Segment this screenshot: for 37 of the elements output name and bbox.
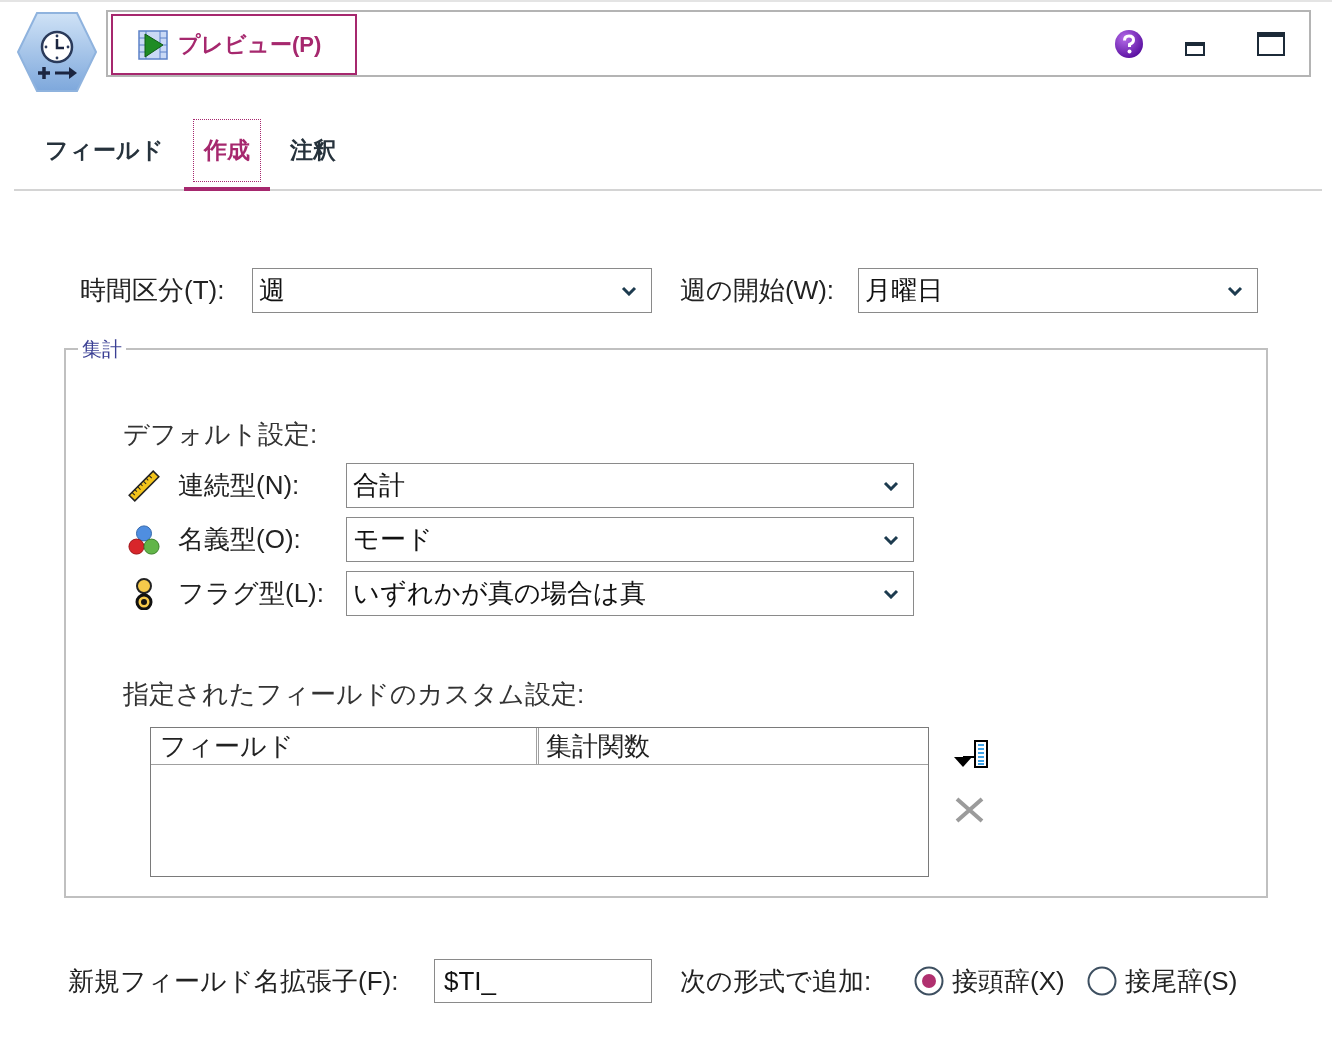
- field-label: 連続型(N):: [178, 470, 300, 500]
- chevron-down-icon: [883, 480, 899, 491]
- text-field[interactable]: $TI_: [434, 959, 652, 1003]
- field-label: 時間区分(T):: [80, 275, 225, 305]
- tab[interactable]: フィールド: [25, 118, 184, 191]
- dropdown[interactable]: 週: [252, 268, 652, 313]
- radio-label[interactable]: 接頭辞(X): [952, 961, 1065, 1001]
- field-label: フラグ型(L):: [178, 578, 324, 608]
- preview-button[interactable]: プレビュー(P): [111, 14, 357, 75]
- section-heading: デフォルト設定:: [123, 419, 318, 449]
- dropdown[interactable]: モード: [346, 517, 914, 562]
- dropdown[interactable]: 合計: [346, 463, 914, 508]
- tab[interactable]: 作成: [184, 118, 270, 191]
- help-icon[interactable]: [1115, 29, 1143, 58]
- add-column-icon[interactable]: [954, 740, 988, 768]
- chevron-down-icon: [883, 534, 899, 545]
- dropdown[interactable]: いずれかが真の場合は真: [346, 571, 914, 616]
- radio-button[interactable]: [1086, 966, 1117, 996]
- field-label: 週の開始(W):: [680, 275, 835, 305]
- radio-label[interactable]: 接尾辞(S): [1124, 961, 1238, 1001]
- chevron-down-icon: [1227, 285, 1243, 296]
- chevron-down-icon: [883, 588, 899, 599]
- radio-button[interactable]: [914, 966, 944, 996]
- clock-node-icon: [17, 12, 97, 92]
- group-title: 集計: [81, 337, 123, 362]
- dropdown[interactable]: 月曜日: [858, 268, 1258, 313]
- three-balls-icon: [128, 523, 160, 556]
- field-label: 次の形式で追加:: [680, 965, 872, 996]
- two-dots-icon: [135, 577, 153, 610]
- section-heading: 指定されたフィールドのカスタム設定:: [123, 679, 585, 709]
- field-label: 名義型(O):: [178, 524, 301, 554]
- chevron-down-icon: [621, 285, 637, 296]
- maximize-icon[interactable]: [1257, 31, 1285, 56]
- tab[interactable]: 注釈: [270, 118, 356, 191]
- play-grid-icon: [138, 29, 168, 60]
- minimize-icon[interactable]: [1185, 41, 1205, 56]
- field-label: 新規フィールド名拡張子(F):: [68, 965, 399, 996]
